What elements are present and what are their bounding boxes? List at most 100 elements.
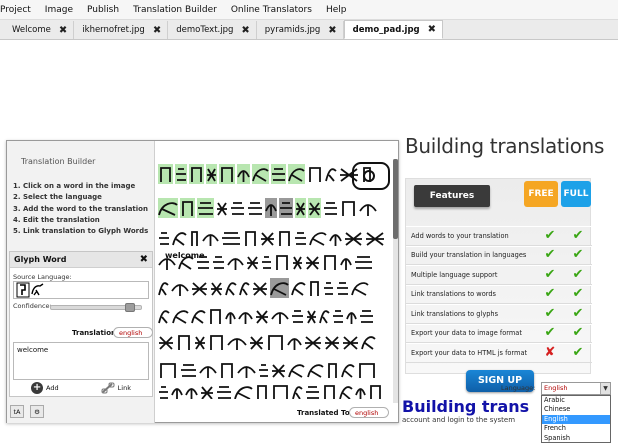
hieroglyph-glyph[interactable] (287, 338, 302, 350)
hieroglyph-glyph[interactable] (189, 164, 204, 184)
hieroglyph-glyph[interactable] (359, 363, 375, 378)
language-option[interactable]: Arabic (542, 396, 610, 405)
language-select[interactable]: English ▼ (541, 382, 611, 395)
hieroglyph-glyph[interactable] (234, 386, 253, 399)
hieroglyph-glyph[interactable] (306, 386, 319, 399)
hieroglyph-glyph[interactable] (268, 335, 283, 350)
hieroglyph-glyph[interactable] (221, 363, 233, 378)
close-icon[interactable]: ✖ (428, 24, 436, 35)
hieroglyph-glyph[interactable] (206, 164, 217, 184)
hieroglyph-glyph[interactable] (325, 336, 339, 350)
hieroglyph-glyph[interactable] (370, 385, 381, 399)
hieroglyph-glyph[interactable] (158, 310, 170, 324)
translated-to-select[interactable]: english (349, 407, 390, 418)
hieroglyph-glyph[interactable] (256, 310, 268, 324)
hieroglyph-glyph[interactable] (307, 364, 324, 378)
scrollbar-thumb[interactable] (393, 159, 398, 239)
slider-handle[interactable] (124, 303, 135, 312)
hieroglyph-glyph[interactable] (191, 231, 198, 246)
hieroglyph-glyph[interactable] (288, 164, 305, 184)
hieroglyph-glyph[interactable] (308, 198, 321, 218)
close-icon[interactable]: ✖ (59, 25, 67, 36)
chevron-down-icon[interactable]: ▼ (600, 383, 610, 394)
hieroglyph-glyph[interactable] (271, 312, 289, 324)
hieroglyph-glyph[interactable] (172, 232, 187, 246)
menu-translation-builder[interactable]: Translation Builder (126, 0, 224, 20)
close-icon[interactable]: ✖ (241, 25, 249, 36)
hieroglyph-glyph[interactable] (247, 256, 258, 270)
hieroglyph-glyph[interactable] (237, 164, 250, 184)
hieroglyph-glyph[interactable] (158, 258, 176, 270)
hieroglyph-glyph[interactable] (271, 164, 286, 184)
hieroglyph-glyph[interactable] (292, 386, 303, 399)
hieroglyph-glyph[interactable] (160, 363, 176, 378)
hieroglyph-glyph[interactable] (239, 282, 250, 296)
hieroglyph-glyph[interactable] (310, 281, 319, 296)
hieroglyph-glyph[interactable] (171, 388, 183, 399)
hieroglyph-glyph[interactable] (210, 335, 223, 350)
hieroglyph-glyph[interactable] (295, 232, 306, 245)
hieroglyph-glyph[interactable] (262, 256, 271, 269)
hieroglyph-glyph[interactable] (324, 202, 337, 215)
menu-image[interactable]: Image (38, 0, 80, 20)
hieroglyph-glyph[interactable] (366, 232, 384, 246)
hieroglyph-glyph[interactable] (159, 386, 168, 399)
confidence-slider[interactable] (50, 303, 142, 312)
hieroglyph-glyph[interactable] (222, 232, 240, 245)
hieroglyph-glyph[interactable] (202, 234, 219, 246)
source-glyph-box[interactable] (13, 281, 149, 299)
text-size-icon[interactable]: tA (10, 405, 24, 418)
tab-demo-pad[interactable]: demo_pad.jpg ✖ (343, 20, 444, 39)
hieroglyph-glyph[interactable] (270, 278, 289, 298)
tab-welcome[interactable]: Welcome ✖ (4, 21, 75, 39)
hieroglyph-glyph[interactable] (158, 198, 178, 218)
hieroglyph-glyph[interactable] (197, 198, 214, 218)
language-option[interactable]: Spanish (542, 434, 610, 443)
hieroglyph-glyph[interactable] (225, 282, 237, 296)
hieroglyph-glyph[interactable] (328, 363, 337, 378)
hieroglyph-glyph[interactable] (261, 232, 274, 246)
image-scrollbar[interactable] (393, 159, 398, 403)
hieroglyph-glyph[interactable] (257, 385, 267, 399)
hieroglyph-glyph[interactable] (339, 386, 353, 399)
hieroglyph-glyph[interactable] (355, 388, 366, 399)
hieroglyph-glyph[interactable] (171, 284, 189, 296)
hieroglyph-glyph[interactable] (351, 282, 369, 296)
hieroglyph-glyph[interactable] (227, 258, 244, 270)
language-option[interactable]: Chinese (542, 405, 610, 414)
hieroglyph-glyph[interactable] (252, 164, 269, 184)
cartouche-glyph[interactable] (352, 162, 390, 190)
hieroglyph-glyph[interactable] (309, 167, 321, 182)
hieroglyph-glyph[interactable] (231, 202, 244, 215)
hieroglyph-glyph[interactable] (219, 164, 235, 184)
hieroglyph-glyph[interactable] (360, 310, 373, 323)
hieroglyph-glyph[interactable] (180, 198, 195, 218)
hieroglyph-glyph[interactable] (158, 164, 173, 184)
hieroglyph-glyph[interactable] (245, 231, 256, 246)
hieroglyph-glyph[interactable] (272, 364, 285, 378)
translation-textarea[interactable]: welcome (13, 342, 149, 380)
hieroglyph-glyph[interactable] (227, 338, 247, 350)
hieroglyph-glyph[interactable] (225, 312, 236, 324)
hieroglyph-glyph[interactable] (201, 386, 213, 399)
hieroglyph-glyph[interactable] (361, 336, 376, 350)
hieroglyph-image[interactable] (157, 161, 391, 399)
hieroglyph-glyph[interactable] (324, 255, 336, 270)
hieroglyph-glyph[interactable] (340, 168, 358, 182)
tab-ikhernofret[interactable]: ikhernofret.jpg ✖ (74, 21, 169, 39)
hieroglyph-glyph[interactable] (195, 336, 205, 350)
hieroglyph-glyph[interactable] (340, 258, 352, 270)
hieroglyph-glyph[interactable] (346, 312, 357, 324)
tab-pyramids[interactable]: pyramids.jpg ✖ (257, 21, 344, 39)
hieroglyph-glyph[interactable] (159, 232, 169, 245)
hieroglyph-glyph[interactable] (319, 310, 330, 324)
hieroglyph-glyph[interactable] (191, 310, 206, 324)
hieroglyph-glyph[interactable] (248, 202, 262, 215)
hieroglyph-glyph[interactable] (273, 385, 288, 399)
hieroglyph-glyph[interactable] (172, 310, 189, 324)
close-icon[interactable]: ✖ (140, 254, 148, 265)
hieroglyph-glyph[interactable] (181, 364, 196, 377)
hieroglyph-glyph[interactable] (237, 366, 256, 378)
hieroglyph-glyph[interactable] (192, 282, 207, 296)
settings-icon[interactable]: ⚙ (30, 405, 44, 418)
